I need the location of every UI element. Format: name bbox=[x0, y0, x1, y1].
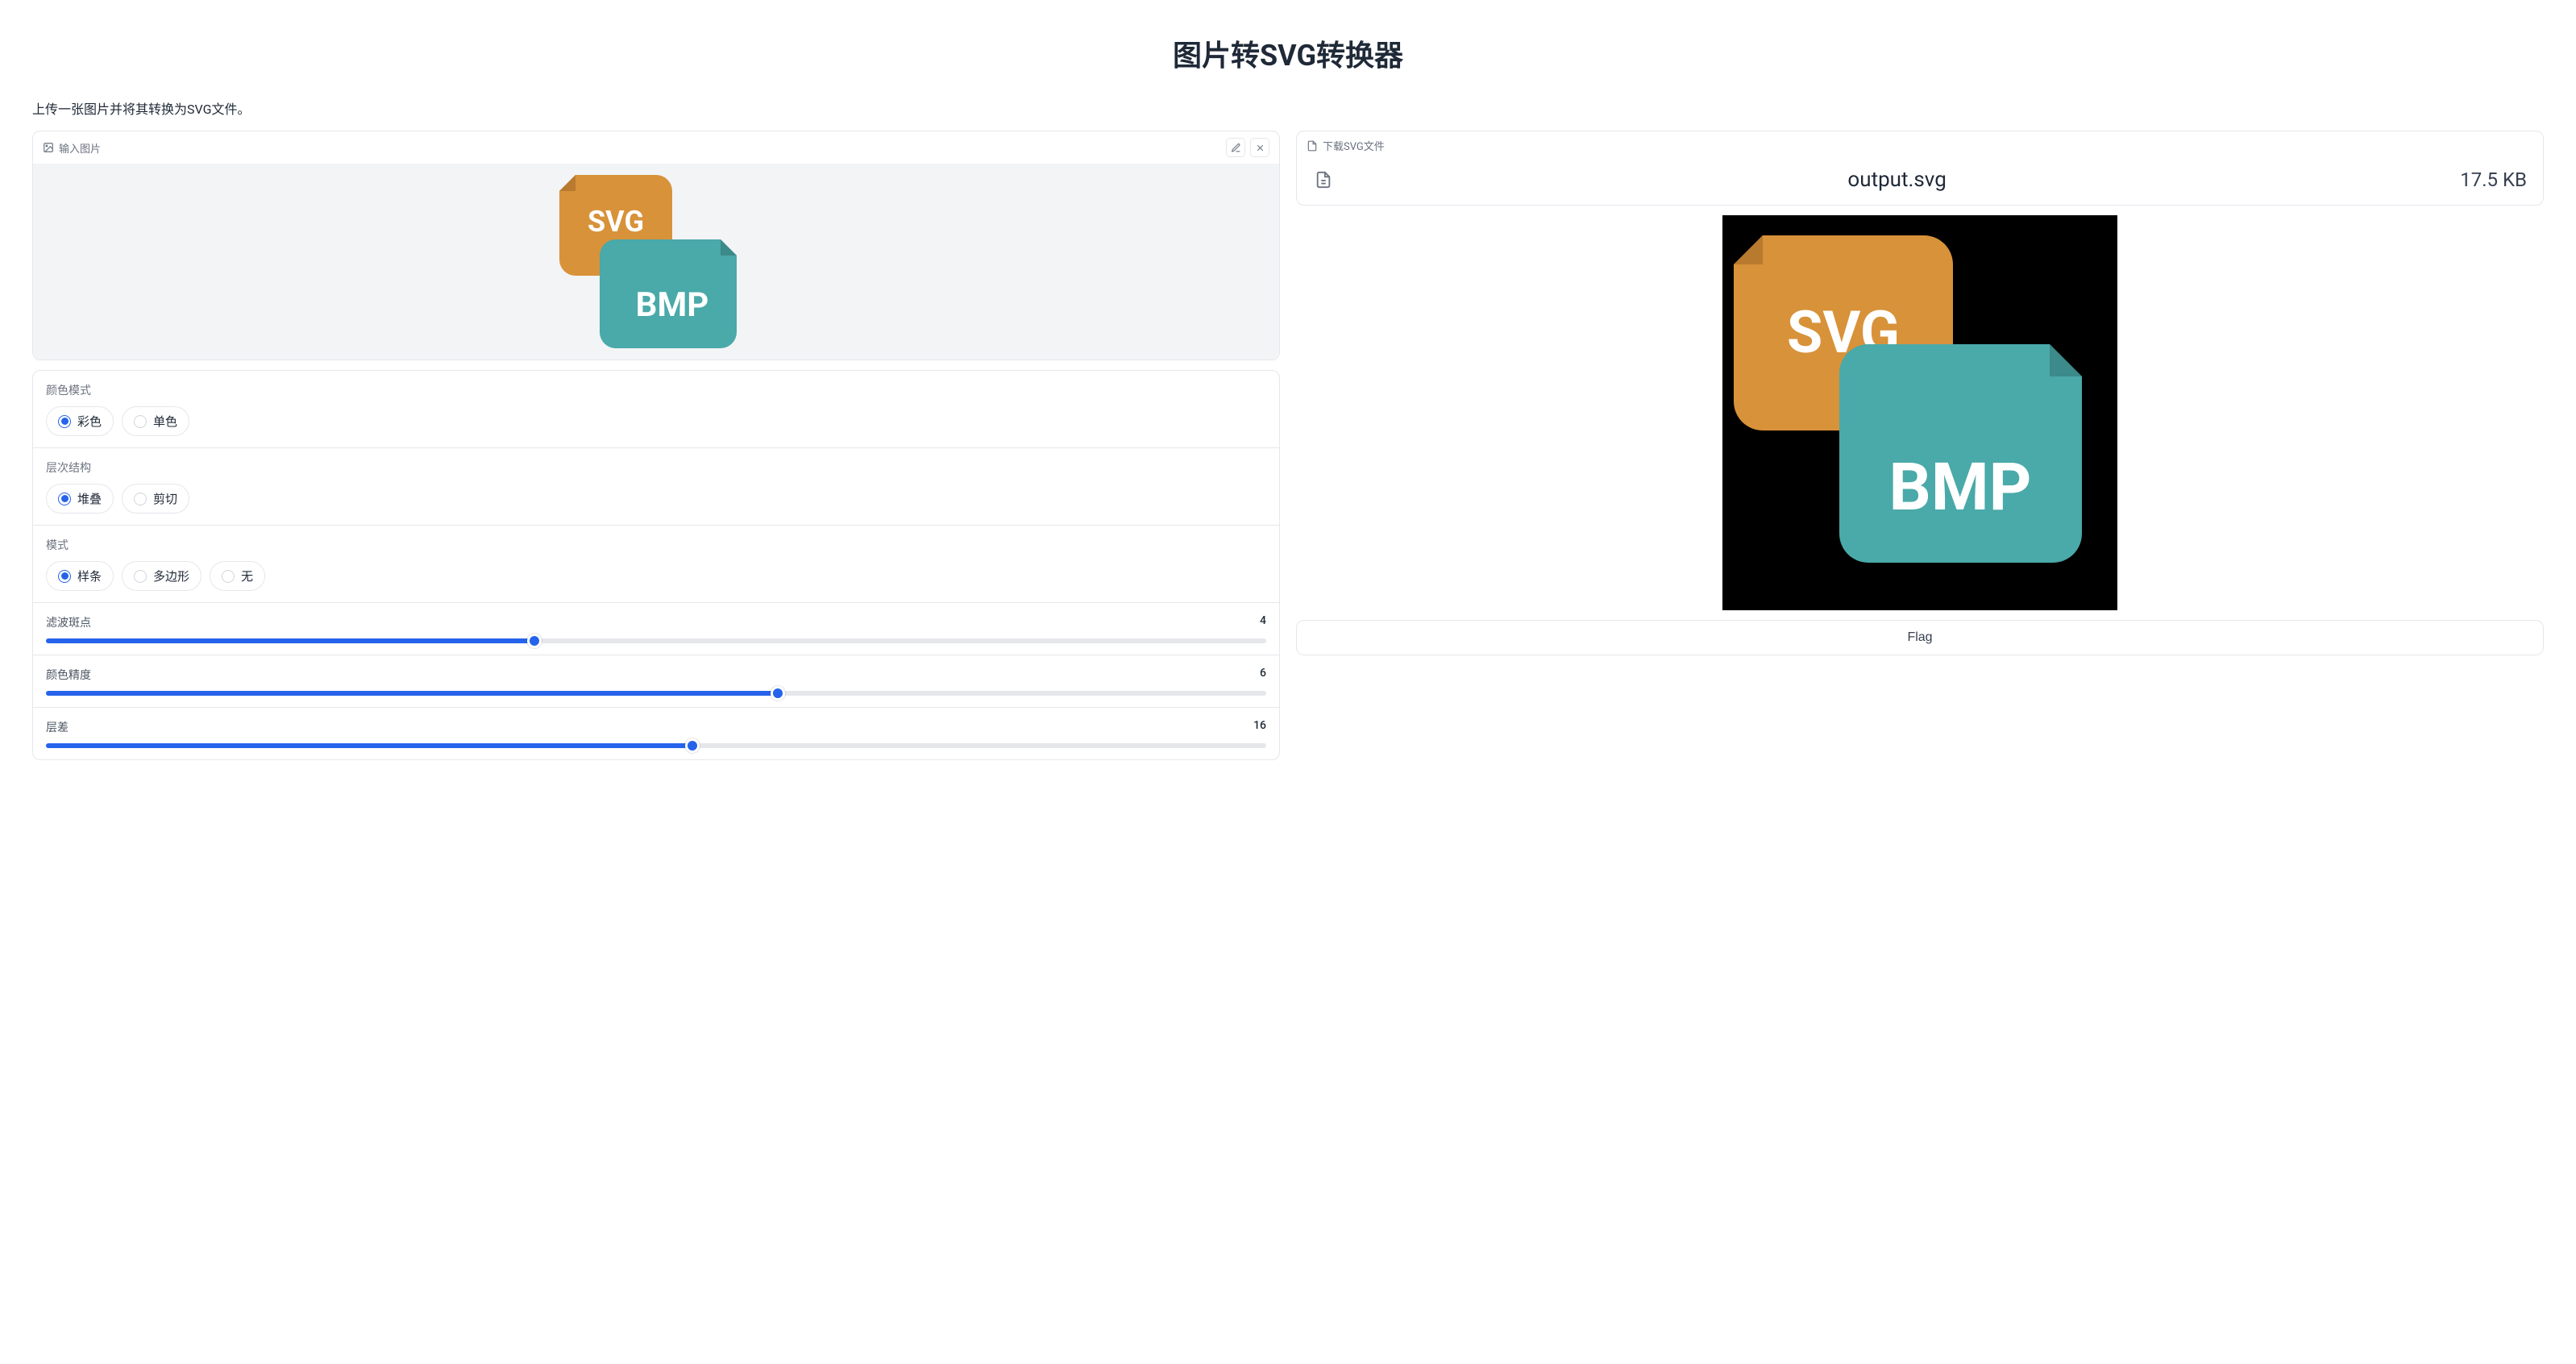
image-icon bbox=[43, 142, 54, 153]
flag-button[interactable]: Flag bbox=[1296, 620, 2544, 655]
hierarchy-label: 层次结构 bbox=[46, 460, 1266, 476]
mode-option-polygon[interactable]: 多边形 bbox=[122, 561, 202, 591]
output-filesize: 17.5 KB bbox=[2460, 168, 2527, 191]
input-image-panel: 输入图片 SVG bbox=[32, 131, 1280, 360]
hierarchy-option-stacked[interactable]: 堆叠 bbox=[46, 484, 114, 514]
filter-speckle-value: 4 bbox=[1260, 614, 1266, 630]
hierarchy-option-cut[interactable]: 剪切 bbox=[122, 484, 189, 514]
edit-button[interactable] bbox=[1226, 138, 1245, 157]
output-bmp-text: BMP bbox=[1889, 449, 2032, 526]
document-icon bbox=[1313, 169, 1334, 190]
output-svg-preview: SVG BMP bbox=[1722, 215, 2117, 610]
close-icon bbox=[1255, 143, 1265, 153]
mode-option-none[interactable]: 无 bbox=[210, 561, 265, 591]
mode-label: 模式 bbox=[46, 537, 1266, 553]
output-header-label: 下载SVG文件 bbox=[1323, 138, 1385, 153]
controls-panel: 颜色模式 彩色 单色 层次结构 堆叠 剪切 模式 样条 多边形 无 bbox=[32, 370, 1280, 760]
layer-difference-slider[interactable]: 层差 16 bbox=[33, 708, 1279, 759]
bmp-badge-text: BMP bbox=[636, 285, 709, 325]
svg-badge-text: SVG bbox=[588, 205, 644, 239]
output-file-row[interactable]: output.svg 17.5 KB bbox=[1297, 160, 2543, 205]
file-icon bbox=[1307, 140, 1318, 152]
filter-speckle-slider[interactable]: 滤波斑点 4 bbox=[33, 603, 1279, 655]
mode-group: 模式 样条 多边形 无 bbox=[33, 526, 1279, 603]
color-mode-group: 颜色模式 彩色 单色 bbox=[33, 371, 1279, 448]
color-mode-option-mono[interactable]: 单色 bbox=[122, 406, 189, 436]
color-mode-option-color[interactable]: 彩色 bbox=[46, 406, 114, 436]
input-header-label: 输入图片 bbox=[59, 140, 101, 156]
input-image-preview[interactable]: SVG BMP bbox=[33, 164, 1279, 360]
color-precision-slider[interactable]: 颜色精度 6 bbox=[33, 655, 1279, 708]
layer-difference-value: 16 bbox=[1253, 719, 1266, 735]
pencil-icon bbox=[1231, 143, 1241, 153]
filter-speckle-label: 滤波斑点 bbox=[46, 614, 91, 630]
output-filename: output.svg bbox=[1344, 168, 2450, 192]
color-precision-value: 6 bbox=[1260, 667, 1266, 683]
layer-difference-label: 层差 bbox=[46, 719, 69, 735]
page-subtitle: 上传一张图片并将其转换为SVG文件。 bbox=[32, 98, 2544, 118]
output-preview-panel: SVG BMP bbox=[1296, 215, 2544, 610]
color-precision-label: 颜色精度 bbox=[46, 667, 91, 683]
page-title: 图片转SVG转换器 bbox=[32, 32, 2544, 74]
output-file-panel: 下载SVG文件 output.svg 17.5 KB bbox=[1296, 131, 2544, 206]
mode-option-spline[interactable]: 样条 bbox=[46, 561, 114, 591]
color-mode-label: 颜色模式 bbox=[46, 382, 1266, 398]
hierarchy-group: 层次结构 堆叠 剪切 bbox=[33, 448, 1279, 526]
clear-button[interactable] bbox=[1250, 138, 1269, 157]
